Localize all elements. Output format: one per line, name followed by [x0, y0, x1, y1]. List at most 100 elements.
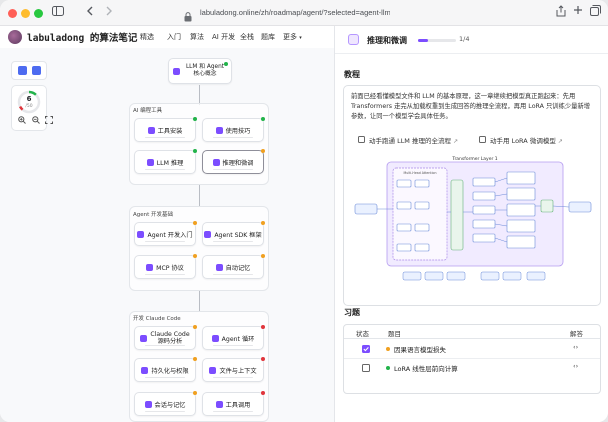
status-dot [193, 391, 197, 395]
group-title: AI 编程工具 [133, 108, 163, 114]
status-dot [193, 254, 197, 258]
roadmap-node[interactable]: 工具调用 [202, 391, 265, 416]
node-label: Agent SDK 框架 [214, 231, 262, 239]
roadmap-node[interactable]: Agent 循环 [202, 325, 265, 350]
zoom-out-icon[interactable] [31, 116, 41, 126]
node-icon [141, 366, 149, 374]
table-header: 状态 题目 解答 [344, 325, 600, 339]
transformer-diagram: Transformer Layer 1 Multi-Head Attention [354, 156, 592, 281]
link-checkbox[interactable] [358, 136, 365, 143]
browser-window: labuladong.online/zh/roadmap/agent/?sele… [0, 0, 608, 422]
external-link-icon: ↗ [557, 138, 563, 145]
nav-item-fullstack[interactable]: 全栈 [240, 32, 254, 42]
node-progress-bar [145, 240, 185, 242]
fit-screen-icon[interactable] [44, 116, 54, 126]
nav-item-intro[interactable]: 入门 [167, 32, 181, 42]
node-label: 持久化与权限 [151, 367, 189, 375]
chevron-right-icon[interactable] [101, 5, 117, 21]
status-dot [193, 221, 197, 225]
status-dot [193, 357, 197, 361]
connector-line [199, 291, 200, 311]
share-icon[interactable] [555, 5, 567, 19]
node-icon [146, 158, 154, 166]
exercise-title[interactable]: LoRA 线性层前向计算 [394, 363, 458, 373]
nav-item-more-label: 更多 [283, 33, 297, 41]
plus-icon[interactable] [572, 5, 584, 19]
table-row[interactable]: LoRA 线性层前向计算 ‹› [344, 359, 600, 378]
group-title: 开发 Claude Code [133, 316, 181, 322]
code-brackets-icon[interactable]: ‹› [573, 343, 578, 351]
roadmap-node[interactable]: 使用技巧 [202, 117, 265, 142]
roadmap-node[interactable]: Agent SDK 框架 [202, 221, 265, 246]
grid-view-button[interactable] [18, 66, 27, 75]
site-logo[interactable] [8, 30, 22, 44]
tutorial-link[interactable]: 动手用 LoRA 微调模型 ↗ [490, 135, 563, 145]
roadmap-node[interactable]: LLM 推理 [134, 149, 197, 174]
node-progress-bar [145, 168, 185, 170]
roadmap-node[interactable]: MCP 协议 [134, 254, 197, 279]
tutorial-description: 前面已经看懂模型文件和 LLM 的基本原理，这一章继续把模型真正跑起来：先用 T… [351, 93, 591, 120]
difficulty-dot [386, 347, 390, 351]
node-icon [215, 400, 223, 408]
step-counter: 1/4 [459, 35, 470, 43]
roadmap-node[interactable]: Agent 开发入门 [134, 221, 197, 246]
nav-item-problems[interactable]: 题库 [261, 32, 275, 42]
roadmap-node[interactable]: 会话与记忆 [134, 391, 197, 416]
node-label: 使用技巧 [225, 127, 251, 135]
exercise-table: 状态 题目 解答 因果语言模型损失 ‹› LoRA 线性层前向计算 ‹› [343, 324, 601, 394]
topic-icon [348, 34, 359, 45]
roadmap-node[interactable]: 工具安装 [134, 117, 197, 142]
diagram-title: Transformer Layer 1 [451, 156, 497, 162]
site-brand[interactable]: labuladong 的算法笔记 [27, 30, 137, 44]
lock-icon [184, 7, 194, 22]
site-header: labuladong 的算法笔记 精选 入门 算法 AI 开发 全栈 题库 更多… [0, 26, 334, 48]
browser-toolbar: labuladong.online/zh/roadmap/agent/?sele… [0, 0, 608, 26]
roadmap-root-node[interactable]: LLM 和 Agent 核心概念 [168, 58, 232, 84]
sidebar-icon[interactable] [50, 5, 66, 21]
node-icon [215, 126, 223, 134]
zoom-window-button[interactable] [34, 9, 43, 18]
address-bar[interactable]: labuladong.online/zh/roadmap/agent/?sele… [200, 4, 390, 22]
exercise-title[interactable]: 因果语言模型损失 [394, 344, 446, 354]
nav-item-picks[interactable]: 精选 [140, 32, 154, 42]
roadmap-node[interactable]: Claude Code 源码分析 [134, 325, 197, 350]
nav-item-algorithms[interactable]: 算法 [190, 32, 204, 42]
roadmap-node[interactable]: 持久化与权限 [134, 357, 197, 382]
code-brackets-icon[interactable]: ‹› [573, 362, 578, 370]
table-row[interactable]: 因果语言模型损失 ‹› [344, 340, 600, 359]
status-checkbox[interactable] [362, 345, 370, 353]
node-progress-bar [213, 410, 253, 412]
node-progress-bar [213, 240, 253, 242]
minimize-window-button[interactable] [21, 9, 30, 18]
list-view-button[interactable] [32, 66, 41, 75]
link-checkbox[interactable] [479, 136, 486, 143]
node-progress-bar [145, 376, 185, 378]
nav-item-ai-dev[interactable]: AI 开发 [212, 32, 235, 42]
roadmap-node[interactable]: 文件与上下文 [202, 357, 265, 382]
node-progress-bar [213, 376, 253, 378]
exercise-heading: 习题 [344, 308, 360, 317]
roadmap-node[interactable]: 自动记忆 [202, 254, 265, 279]
step-progress-bar [418, 39, 456, 42]
node-progress-bar [213, 344, 253, 346]
node-icon [204, 230, 212, 238]
close-window-button[interactable] [8, 9, 17, 18]
node-icon [212, 158, 220, 166]
panel-header: 推理和微调 1/4 [335, 26, 608, 54]
zoom-in-icon[interactable] [17, 116, 27, 126]
node-label: 会话与记忆 [154, 401, 186, 409]
nav-item-more[interactable]: 更多 ▾ [283, 32, 302, 42]
node-label: 文件与上下文 [219, 367, 257, 375]
node-icon [211, 334, 219, 342]
tutorial-link[interactable]: 动手跑通 LLM 推理的全流程 ↗ [369, 135, 458, 145]
status-checkbox[interactable] [362, 364, 370, 372]
group-title: Agent 开发基础 [133, 212, 174, 218]
node-progress-bar [145, 273, 185, 275]
node-progress-bar [213, 136, 253, 138]
chevron-left-icon[interactable] [82, 5, 98, 21]
column-header-status: 状态 [356, 330, 369, 338]
roadmap-node-selected[interactable]: 推理和微调 [202, 149, 265, 174]
tabs-overview-icon[interactable] [589, 5, 601, 19]
node-icon [147, 126, 155, 134]
status-dot [261, 221, 265, 225]
